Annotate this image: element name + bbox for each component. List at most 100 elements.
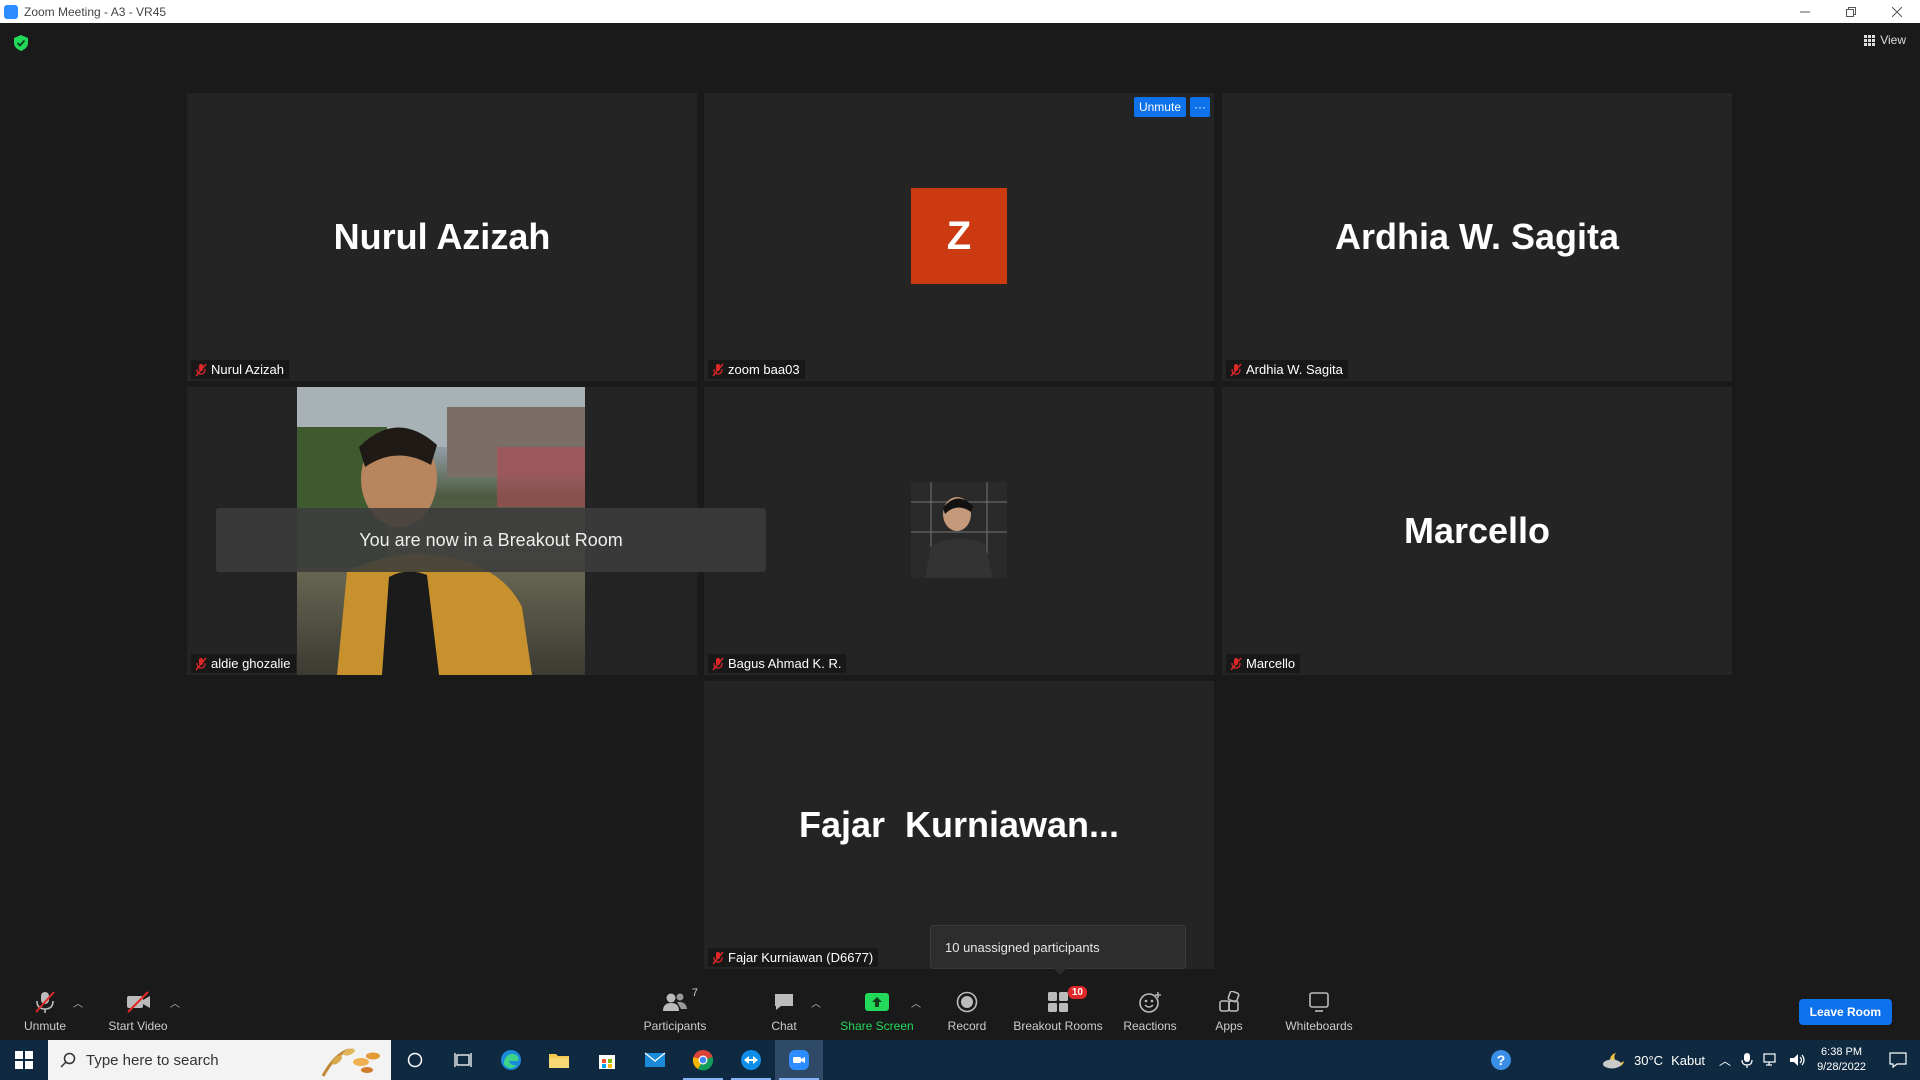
weather-temperature: 30°C (1634, 1052, 1664, 1068)
taskbar-clock[interactable]: 6:38 PM 9/28/2022 (1817, 1045, 1866, 1075)
record-button[interactable]: Record (938, 983, 996, 1040)
taskbar-edge[interactable] (487, 1040, 535, 1080)
mic-muted-icon (35, 991, 55, 1013)
show-hidden-icons-chevron-icon[interactable]: ︿ (1719, 1052, 1731, 1069)
participant-name-tag: Marcello (1226, 654, 1301, 673)
participant-name: Nurul Azizah (211, 362, 284, 377)
search-highlight-illustration (321, 1048, 380, 1077)
taskbar-teamviewer[interactable] (727, 1040, 775, 1080)
leave-room-button[interactable]: Leave Room (1798, 999, 1892, 1025)
chat-icon (775, 994, 793, 1010)
windows-logo-icon (15, 1051, 33, 1069)
video-tile-nurul-azizah[interactable]: Nurul Azizah Nurul Azizah (187, 93, 697, 381)
video-options-chevron-icon[interactable]: ︿ (170, 995, 180, 1010)
windows-taskbar: Type here to search ? 30°C Kabut ︿ 6:38 … (0, 1040, 1920, 1080)
video-tile-marcello[interactable]: Marcello Marcello (1222, 387, 1732, 675)
share-options-chevron-icon[interactable]: ︿ (911, 995, 921, 1010)
tile-actions: Unmute ··· (1133, 97, 1210, 117)
start-button[interactable] (0, 1040, 48, 1080)
view-button[interactable]: View (1864, 33, 1906, 47)
breakout-rooms-label: Breakout Rooms (1013, 1019, 1103, 1033)
reactions-label: Reactions (1123, 1019, 1177, 1033)
start-video-button[interactable]: Start Video (104, 983, 172, 1040)
restore-icon (1846, 6, 1856, 17)
search-placeholder: Type here to search (86, 1051, 219, 1069)
network-icon[interactable] (1763, 1053, 1779, 1067)
folder-icon (549, 1054, 569, 1068)
close-icon (1892, 6, 1902, 17)
tile-unmute-button[interactable]: Unmute (1133, 97, 1186, 117)
video-tile-bagus-ahmad[interactable]: Bagus Ahmad K. R. (704, 387, 1214, 675)
whiteboards-label: Whiteboards (1285, 1019, 1353, 1033)
mic-muted-icon (712, 951, 724, 964)
participant-name-tag: Nurul Azizah (191, 360, 289, 379)
reactions-icon (1139, 992, 1161, 1013)
record-icon (956, 991, 978, 1013)
close-button[interactable] (1874, 0, 1920, 23)
breakout-rooms-button[interactable]: 10 Breakout Rooms (1012, 983, 1104, 1040)
reactions-button[interactable]: Reactions (1120, 983, 1180, 1040)
unmute-button[interactable]: Unmute (16, 983, 74, 1040)
microphone-icon[interactable] (1741, 1052, 1753, 1068)
encryption-shield-icon[interactable] (14, 35, 28, 51)
participant-name: Ardhia W. Sagita (1246, 362, 1343, 377)
task-view-button[interactable] (439, 1040, 487, 1080)
participant-display-name: Marcello (1403, 510, 1551, 551)
share-screen-icon (865, 993, 889, 1011)
breakout-count-badge: 10 (1067, 986, 1087, 999)
zoom-app-icon (789, 1050, 809, 1070)
weather-description: Kabut (1671, 1052, 1706, 1068)
system-tray: ? 30°C Kabut ︿ 6:38 PM 9/28/2022 (1490, 1040, 1920, 1080)
unassigned-participants-tooltip: 10 unassigned participants (930, 925, 1186, 975)
meeting-toolbar: Unmute ︿ Start Video ︿ 7 Participants Ch… (0, 983, 1920, 1040)
mic-muted-icon (712, 657, 724, 670)
cortana-button[interactable] (391, 1040, 439, 1080)
unmute-label: Unmute (23, 1019, 67, 1033)
tile-more-button[interactable]: ··· (1190, 97, 1210, 117)
mic-muted-icon (195, 657, 207, 670)
help-icon[interactable]: ? (1490, 1049, 1512, 1071)
notification-center-button[interactable] (1876, 1040, 1920, 1080)
start-video-label: Start Video (108, 1019, 168, 1033)
taskbar-search-box[interactable]: Type here to search (48, 1040, 391, 1080)
window-title: Zoom Meeting - A3 - VR45 (24, 4, 167, 19)
mic-muted-icon (712, 363, 724, 376)
store-icon (599, 1055, 615, 1069)
participant-name: Bagus Ahmad K. R. (728, 656, 842, 671)
help-question-icon: ? (1491, 1050, 1512, 1070)
participants-icon (663, 993, 687, 1011)
participants-label: Participants (643, 1019, 707, 1033)
video-off-icon (127, 991, 150, 1013)
svg-text:?: ? (1497, 1052, 1506, 1068)
screen: Zoom Meeting - A3 - VR45 View Nurul Aziz… (0, 0, 1920, 1080)
search-icon (60, 1052, 76, 1068)
chat-button[interactable]: Chat (760, 983, 808, 1040)
apps-button[interactable]: Apps (1206, 983, 1252, 1040)
speaker-icon[interactable] (1789, 1053, 1807, 1067)
share-screen-button[interactable]: Share Screen (836, 983, 918, 1040)
restore-button[interactable] (1828, 0, 1874, 23)
participant-name: Fajar Kurniawan (D6677) (728, 950, 874, 965)
whiteboards-button[interactable]: Whiteboards (1280, 983, 1358, 1040)
meeting-area: View Nurul Azizah Nurul Azizah Z Unmute … (0, 23, 1920, 983)
mic-muted-icon (1230, 657, 1242, 670)
apps-icon (1219, 991, 1240, 1012)
participants-button[interactable]: 7 Participants (638, 983, 712, 1040)
video-tile-ardhia-w-sagita[interactable]: Ardhia W. Sagita Ardhia W. Sagita (1222, 93, 1732, 381)
grid-icon (1864, 34, 1876, 46)
taskbar-mail[interactable] (631, 1040, 679, 1080)
taskbar-chrome[interactable] (679, 1040, 727, 1080)
chat-options-chevron-icon[interactable]: ︿ (811, 995, 821, 1010)
view-label: View (1880, 33, 1906, 47)
taskbar-store[interactable] (583, 1040, 631, 1080)
person-photo-image (911, 482, 1007, 578)
minimize-button[interactable] (1782, 0, 1828, 23)
participants-count: 7 (691, 987, 698, 999)
taskbar-file-explorer[interactable] (535, 1040, 583, 1080)
participant-name: aldie ghozalie (211, 656, 291, 671)
audio-options-chevron-icon[interactable]: ︿ (73, 995, 83, 1010)
minimize-icon (1800, 11, 1810, 12)
taskbar-zoom[interactable] (775, 1040, 823, 1080)
video-tile-zoom-baa03[interactable]: Z Unmute ··· zoom baa03 (704, 93, 1214, 381)
weather-cloud-moon-icon[interactable] (1602, 1051, 1626, 1069)
